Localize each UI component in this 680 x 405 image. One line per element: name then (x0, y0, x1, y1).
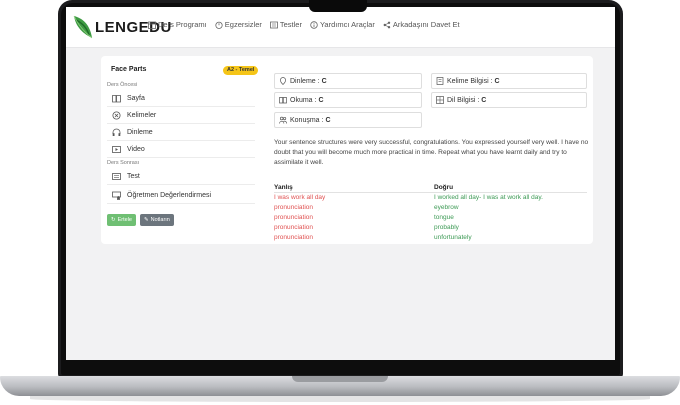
skill-grammar: Dil Bilgisi :C (431, 92, 587, 108)
table-row-right: unfortunately (434, 234, 472, 241)
nav-item-label: Testler (279, 20, 302, 29)
postpone-button-label: Ertele (117, 217, 132, 223)
table-row-right: probably (434, 224, 459, 231)
nav-item-label: Ders Programı (158, 20, 207, 29)
lesson-item-label: Video (127, 145, 145, 153)
circle-x-icon (112, 111, 121, 120)
teacher-icon (112, 191, 121, 200)
table-row-right: tongue (434, 214, 454, 221)
nav-item-tests[interactable]: Testler (269, 20, 302, 29)
nav-item-label: Arkadaşını Davet Et (392, 20, 460, 29)
lesson-item-label: Kelimeler (127, 111, 157, 119)
video-icon (112, 145, 121, 154)
postpone-button[interactable]: ↻ Ertele (107, 214, 136, 226)
skill-reading: Okuma :C (274, 92, 422, 108)
level-badge: A2 - Temel (223, 66, 259, 75)
skill-grade: C (494, 77, 500, 85)
skill-listening: Dinleme :C (274, 73, 422, 89)
lesson-item-page[interactable]: Sayfa (107, 90, 255, 107)
laptop-shadow (30, 396, 650, 402)
skill-label: Kelime Bilgisi (447, 77, 489, 85)
skill-label: Okuma (290, 96, 313, 104)
after-lesson-label: Ders Sonrası (107, 160, 140, 166)
before-lesson-label: Ders Öncesi (107, 82, 138, 88)
lesson-item-test[interactable]: Test (107, 168, 255, 185)
right-column-header: Doğru (434, 184, 454, 191)
table-row-wrong: pronunciation (274, 234, 314, 241)
teacher-feedback: Your sentence structures were very succe… (274, 139, 589, 166)
grid-icon (436, 96, 444, 104)
lesson-item-label: Öğretmen Değerlendirmesi (127, 191, 212, 199)
skill-label: Konuşma (290, 116, 320, 124)
skill-label: Dil Bilgisi (447, 96, 476, 104)
lesson-item-label: Dinleme (127, 128, 153, 136)
table-row-wrong: pronunciation (274, 214, 314, 221)
nav-menu: Ders Programı Egzersizler Testler Yardım… (148, 20, 460, 29)
table-row-wrong: pronunciation (274, 204, 314, 211)
app-screen: LENGEDU Ders Programı Egzersizler Testle… (66, 7, 615, 360)
lesson-title: Face Parts (111, 66, 147, 73)
skill-grade: C (481, 96, 487, 104)
lesson-item-teacher-review[interactable]: Öğretmen Değerlendirmesi (107, 187, 255, 204)
top-navbar: LENGEDU Ders Programı Egzersizler Testle… (66, 7, 615, 48)
calendar-icon (148, 21, 156, 29)
book-icon (279, 96, 287, 104)
camera-notch (309, 0, 367, 12)
edit-icon: ✎ (144, 217, 149, 223)
nav-item-invite[interactable]: Arkadaşını Davet Et (383, 20, 460, 29)
skill-vocabulary: Kelime Bilgisi :C (431, 73, 587, 89)
share-icon (383, 21, 391, 29)
wrong-column-header: Yanlış (274, 184, 293, 191)
notes-button-label: Notların (150, 217, 170, 223)
lesson-item-label: Sayfa (127, 94, 145, 102)
notes-button[interactable]: ✎ Notların (140, 214, 174, 226)
nav-item-label: Egzersizler (224, 20, 262, 29)
lesson-item-listening[interactable]: Dinleme (107, 124, 255, 141)
refresh-icon: ↻ (111, 217, 116, 223)
table-row-wrong: I was work all day (274, 194, 326, 201)
nav-item-tools[interactable]: Yardımcı Araçlar (310, 20, 375, 29)
doc-icon (436, 77, 444, 85)
info-icon (310, 20, 318, 29)
table-row-right: eyebrow (434, 204, 459, 211)
nav-item-exercises[interactable]: Egzersizler (215, 20, 262, 29)
lesson-item-video[interactable]: Video (107, 141, 255, 158)
skill-label: Dinleme (290, 77, 316, 85)
lesson-item-words[interactable]: Kelimeler (107, 107, 255, 124)
skill-grade: C (318, 96, 324, 104)
headphones-icon (112, 128, 121, 137)
nav-item-schedule[interactable]: Ders Programı (148, 20, 207, 29)
table-divider (274, 192, 587, 193)
laptop-base-groove (292, 376, 388, 382)
leaf-logo-icon (72, 14, 94, 40)
lesson-item-label: Test (127, 172, 140, 180)
skill-grade: C (321, 77, 327, 85)
laptop-frame: LENGEDU Ders Programı Egzersizler Testle… (58, 0, 623, 378)
table-row-wrong: pronunciation (274, 224, 314, 231)
list-icon (269, 21, 278, 29)
nav-item-label: Yardımcı Araçlar (319, 20, 375, 29)
table-row-right: I worked all day- I was at work all day. (434, 194, 543, 201)
timer-icon (215, 21, 223, 29)
list-icon (112, 172, 121, 181)
pin-icon (279, 77, 287, 85)
book-icon (112, 94, 121, 103)
skill-speaking: Konuşma :C (274, 112, 422, 128)
people-icon (279, 116, 287, 124)
lesson-card: Face Parts A2 - Temel Ders Öncesi Sayfa … (101, 56, 593, 244)
skill-grade: C (325, 116, 331, 124)
